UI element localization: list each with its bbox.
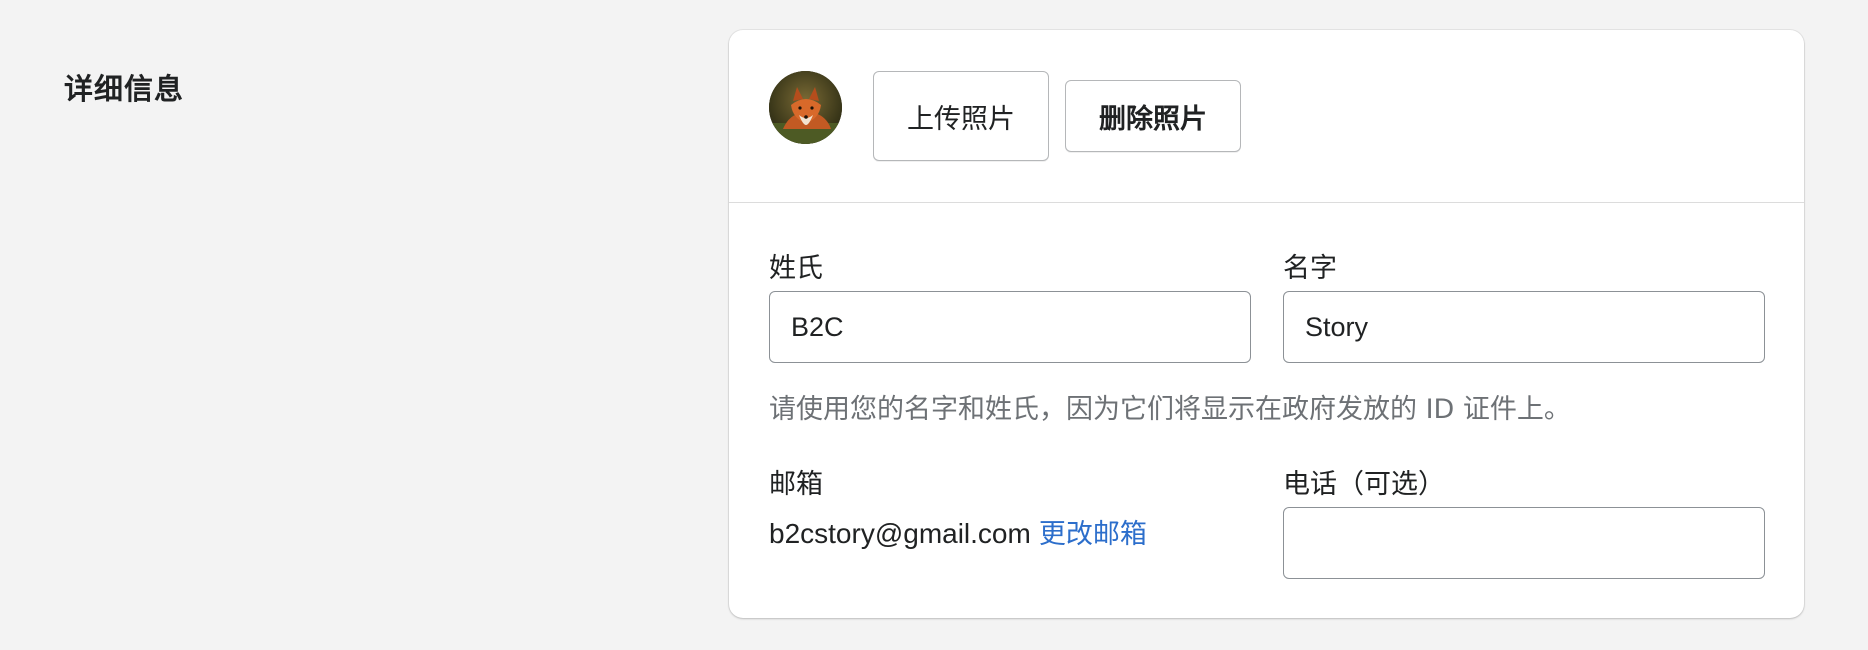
- last-name-input[interactable]: B2C: [769, 291, 1251, 363]
- change-email-link[interactable]: 更改邮箱: [1039, 519, 1147, 550]
- phone-label: 电话（可选）: [1283, 469, 1445, 500]
- avatar: [769, 71, 842, 144]
- first-name-input[interactable]: Story: [1283, 291, 1765, 363]
- fox-avatar-image: [769, 71, 842, 144]
- photo-section: 上传照片 删除照片: [729, 30, 1804, 203]
- email-label: 邮箱: [769, 469, 823, 500]
- delete-photo-button[interactable]: 删除照片: [1065, 80, 1241, 152]
- last-name-label: 姓氏: [769, 253, 823, 284]
- email-value: b2cstory@gmail.com: [769, 518, 1031, 549]
- section-title: 详细信息: [64, 72, 185, 106]
- name-hint-text: 请使用您的名字和姓氏，因为它们将显示在政府发放的 ID 证件上。: [769, 394, 1571, 425]
- details-card: 上传照片 删除照片 姓氏 B2C 名字 Story 请使用您的名字和姓氏，因为它…: [729, 30, 1804, 618]
- upload-photo-button[interactable]: 上传照片: [873, 71, 1049, 161]
- phone-input[interactable]: [1283, 507, 1765, 579]
- first-name-label: 名字: [1283, 253, 1337, 284]
- email-row: b2cstory@gmail.com 更改邮箱: [769, 512, 1147, 551]
